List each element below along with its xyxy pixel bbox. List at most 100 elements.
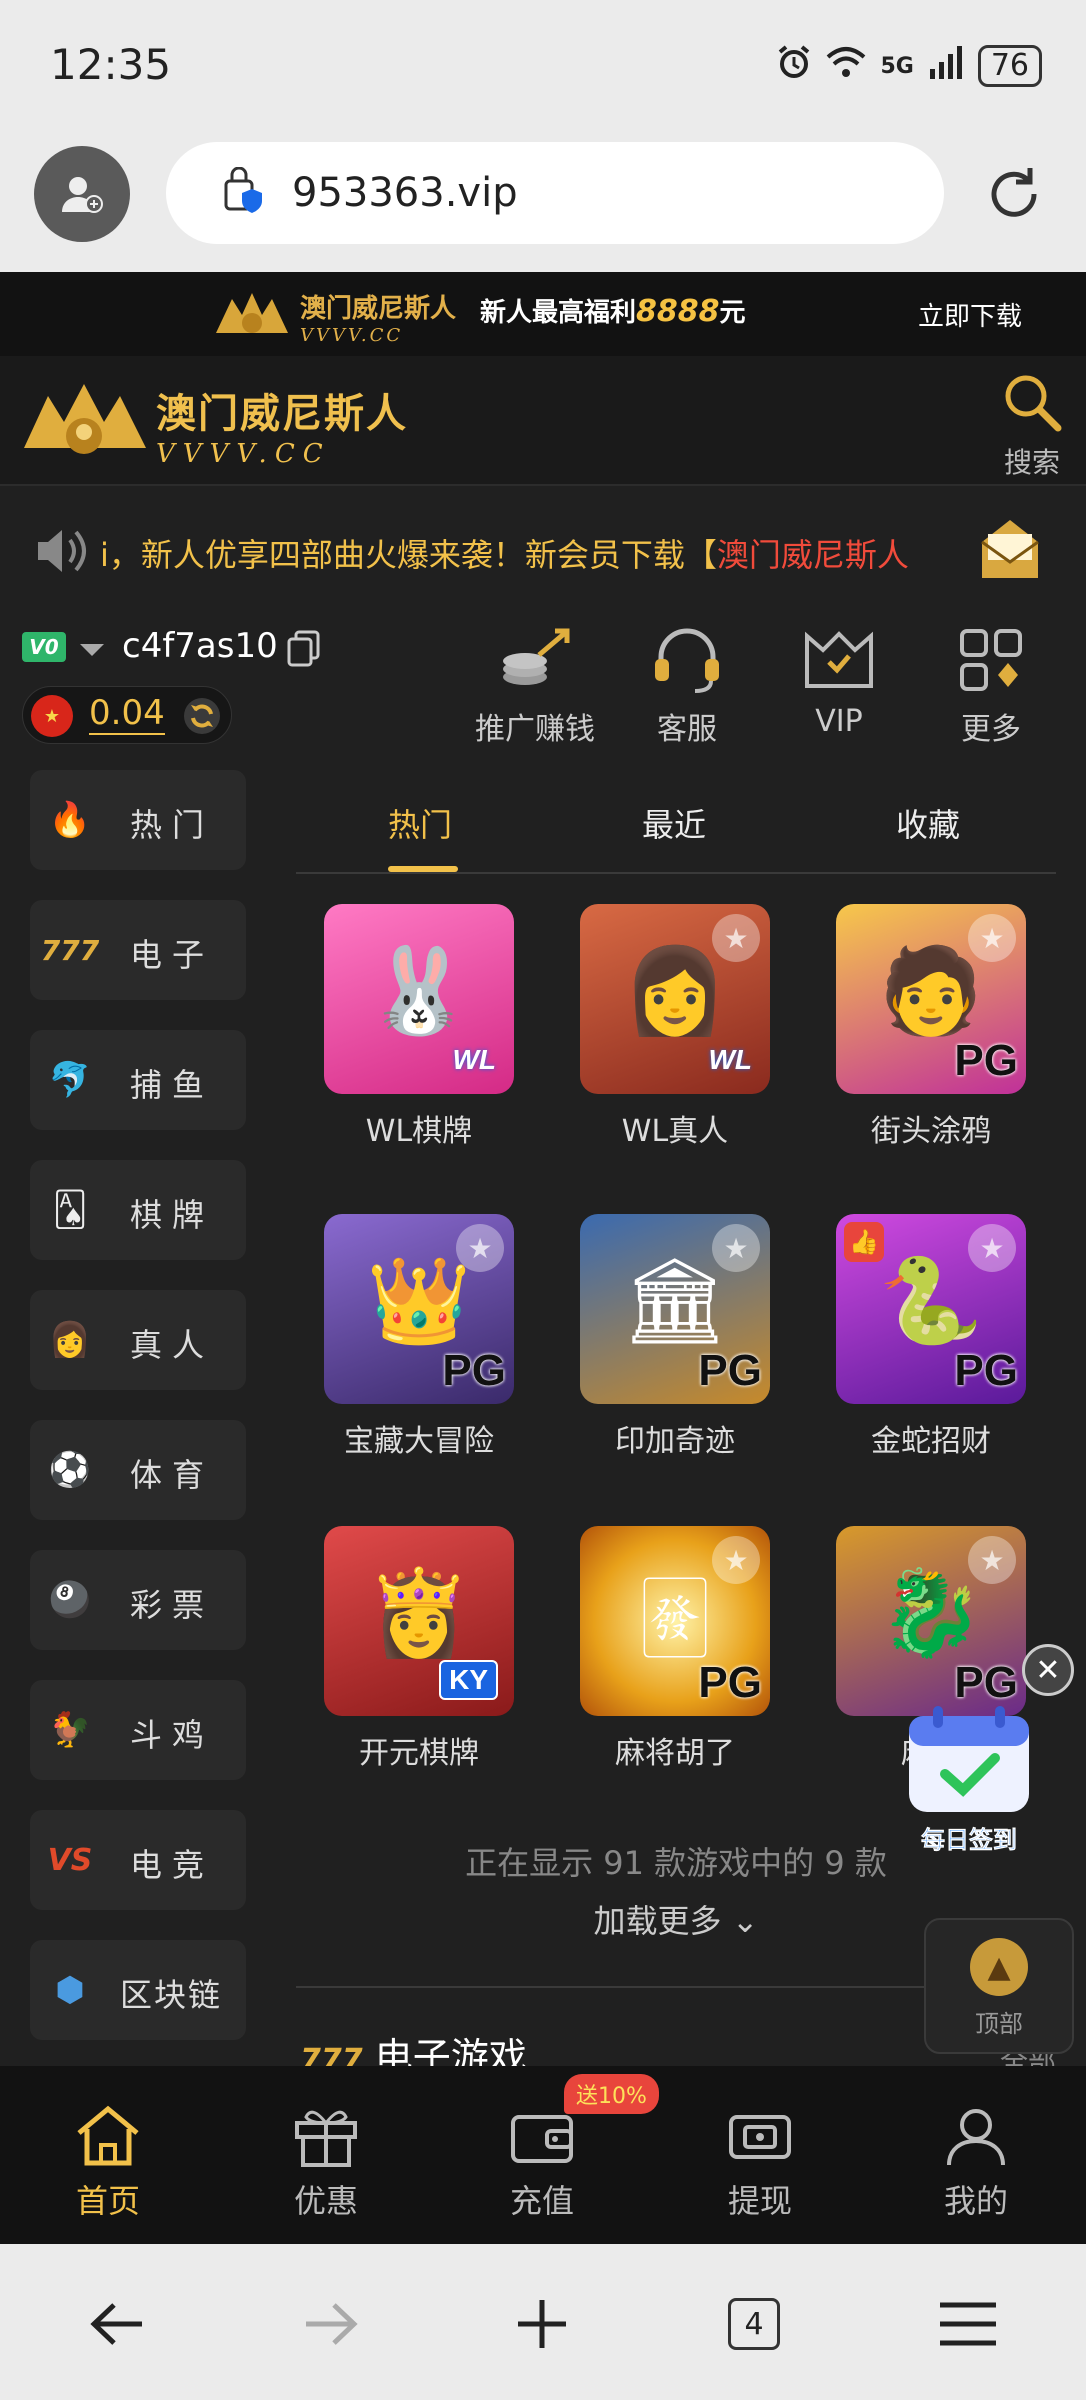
snake-icon: 🐍: [878, 1251, 984, 1350]
chevron-down-icon[interactable]: [80, 644, 104, 656]
fire-icon: 🔥: [48, 800, 92, 840]
graffiti-character-icon: 🧑: [878, 941, 984, 1040]
signal-icon: [928, 45, 964, 87]
menu-button[interactable]: [928, 2284, 1008, 2364]
favorite-star-icon[interactable]: ★: [712, 1536, 760, 1584]
bottom-navigation: 首页 优惠 充值 提现 我的: [0, 2066, 1086, 2244]
favorite-star-icon[interactable]: ★: [712, 914, 760, 962]
site-header: 澳门威尼斯人 VVVV.CC 搜索: [0, 356, 1086, 486]
promote-earn-label: 推广赚钱: [475, 712, 595, 747]
mahjong-tile-icon: 🀅: [641, 1563, 709, 1662]
daily-checkin-button[interactable]: 每日签到: [894, 1706, 1044, 1855]
favorite-star-icon[interactable]: ★: [456, 1224, 504, 1272]
sidebar-item-lottery[interactable]: 🎱 彩票: [30, 1550, 246, 1650]
sidebar-item-fishing[interactable]: 🐬 捕鱼: [30, 1030, 246, 1130]
site-logo[interactable]: 澳门威尼斯人 VVVV.CC: [20, 378, 408, 472]
status-bar: 12:35 5G 76: [0, 0, 1086, 138]
nav-withdraw-label: 提现: [727, 2182, 792, 2220]
promo-slogan-prefix: 新人最高福利: [480, 298, 637, 328]
sidebar-item-label: 斗鸡: [130, 1716, 215, 1754]
customer-service-label: 客服: [657, 712, 717, 747]
calendar-check-icon: [909, 1706, 1029, 1812]
promote-earn-button[interactable]: 推广赚钱: [460, 616, 610, 748]
sidebar-item-sports[interactable]: ⚽ 体育: [30, 1420, 246, 1520]
sidebar-item-hot[interactable]: 🔥 热门: [30, 770, 246, 870]
favorite-star-icon[interactable]: ★: [712, 1224, 760, 1272]
reload-button[interactable]: [982, 162, 1046, 226]
download-now-link[interactable]: 立即下载: [918, 296, 1022, 333]
browser-profile-button[interactable]: [34, 146, 130, 242]
sidebar-item-cockfight[interactable]: 🐓 斗鸡: [30, 1680, 246, 1780]
customer-service-button[interactable]: 客服: [612, 616, 762, 748]
sidebar-item-cards[interactable]: 🂡 棋牌: [30, 1160, 246, 1260]
sidebar-item-blockchain[interactable]: ⬢ 区块链: [30, 1940, 246, 2040]
game-thumbnail: 👸 KY: [324, 1526, 514, 1716]
cards-icon: 🂡: [52, 1190, 88, 1230]
back-to-top-button[interactable]: ▲ 顶部: [924, 1918, 1074, 2054]
arrow-left-icon: [90, 2303, 142, 2345]
game-card-wl-cards[interactable]: 🐰 WL WL棋牌: [324, 904, 514, 1150]
game-card-street-graffiti[interactable]: 🧑 ★ PG 街头涂鸦: [836, 904, 1026, 1150]
favorite-star-icon[interactable]: ★: [968, 914, 1016, 962]
game-name: WL棋牌: [365, 1114, 473, 1149]
promo-slogan-amount: 8888: [636, 294, 720, 329]
promo-logo: 澳门威尼斯人 VVVV.CC: [212, 288, 456, 346]
mail-envelope-icon: [981, 520, 1039, 578]
tabs-button[interactable]: 4: [714, 2284, 794, 2364]
forward-button[interactable]: [290, 2284, 370, 2364]
nav-deposit-label: 充值: [509, 2182, 574, 2220]
tab-hot[interactable]: 热门: [388, 800, 452, 846]
browser-bottom-bar: 4: [0, 2244, 1086, 2400]
favorite-star-icon[interactable]: ★: [968, 1224, 1016, 1272]
game-card-golden-snake[interactable]: 🐍 ★ 👍 PG 金蛇招财: [836, 1214, 1026, 1460]
nav-home[interactable]: 首页: [38, 2096, 178, 2222]
sidebar-item-slots[interactable]: 777 电子: [30, 900, 246, 1000]
dealer-character-icon: 👩: [622, 941, 728, 1040]
favorite-star-icon[interactable]: ★: [968, 1536, 1016, 1584]
marquee-highlight: 澳门威尼斯人: [716, 536, 909, 574]
nav-profile[interactable]: 我的: [906, 2096, 1046, 2222]
game-thumbnail: 🐉 ★ PG: [836, 1526, 1026, 1716]
sidebar-item-esports[interactable]: VS 电竞: [30, 1810, 246, 1910]
refresh-balance-icon[interactable]: [183, 697, 221, 739]
brand-name-en: VVVV.CC: [156, 439, 331, 469]
download-promo-banner[interactable]: 澳门威尼斯人 VVVV.CC 新人最高福利8888元 立即下载: [0, 272, 1086, 356]
slot-777-icon: 777: [40, 933, 100, 967]
game-card-mahjong-ways[interactable]: 🀅 ★ PG 麻将胡了: [580, 1526, 770, 1772]
back-button[interactable]: [78, 2284, 158, 2364]
game-name: 金蛇招财: [871, 1424, 991, 1459]
game-thumbnail: 🐍 ★ 👍 PG: [836, 1214, 1026, 1404]
mail-button[interactable]: [978, 516, 1042, 586]
sidebar-item-live[interactable]: 👩 真人: [30, 1290, 246, 1390]
game-name: 宝藏大冒险: [344, 1424, 494, 1459]
battery-indicator: 76: [977, 45, 1042, 87]
withdraw-icon: [690, 2096, 830, 2176]
fish-icon: 🐬: [48, 1060, 92, 1100]
arrow-right-icon: [306, 2303, 358, 2345]
game-card-inca-wonder[interactable]: 🏛 ★ PG 印加奇迹: [580, 1214, 770, 1460]
nav-withdraw[interactable]: 提现: [690, 2096, 830, 2222]
vip-button[interactable]: VIP: [764, 616, 914, 739]
sidebar-item-label: 区块链: [120, 1976, 223, 2014]
hamburger-menu-icon: [940, 2302, 996, 2346]
nav-promotions[interactable]: 优惠: [256, 2096, 396, 2222]
game-card-treasure-adventure[interactable]: 👑 ★ PG 宝藏大冒险: [324, 1214, 514, 1460]
more-grid-icon: [916, 616, 1066, 704]
close-icon[interactable]: ✕: [1022, 1644, 1074, 1696]
more-button[interactable]: 更多: [916, 616, 1066, 748]
game-card-wl-live[interactable]: 👩 ★ WL WL真人: [580, 904, 770, 1150]
ky-provider-badge: KY: [439, 1660, 498, 1700]
search-button[interactable]: 搜索: [1000, 370, 1064, 481]
announcement-marquee[interactable]: i，新人优享四部曲火爆来袭！新会员下载【澳门威尼斯人: [0, 486, 1086, 616]
promo-logo-en: VVVV.CC: [300, 325, 404, 346]
copy-icon[interactable]: [286, 628, 322, 672]
game-card-kaiyuan-cards[interactable]: 👸 KY 开元棋牌: [324, 1526, 514, 1772]
alarm-icon: [776, 44, 812, 88]
address-bar[interactable]: 953363.vip: [166, 142, 944, 244]
tab-favorites[interactable]: 收藏: [896, 800, 960, 846]
nav-deposit[interactable]: 充值: [472, 2096, 612, 2222]
new-tab-button[interactable]: [502, 2284, 582, 2364]
tab-recent[interactable]: 最近: [642, 800, 706, 846]
reload-icon: [991, 168, 1037, 217]
status-icons: 5G 76: [776, 44, 1042, 88]
